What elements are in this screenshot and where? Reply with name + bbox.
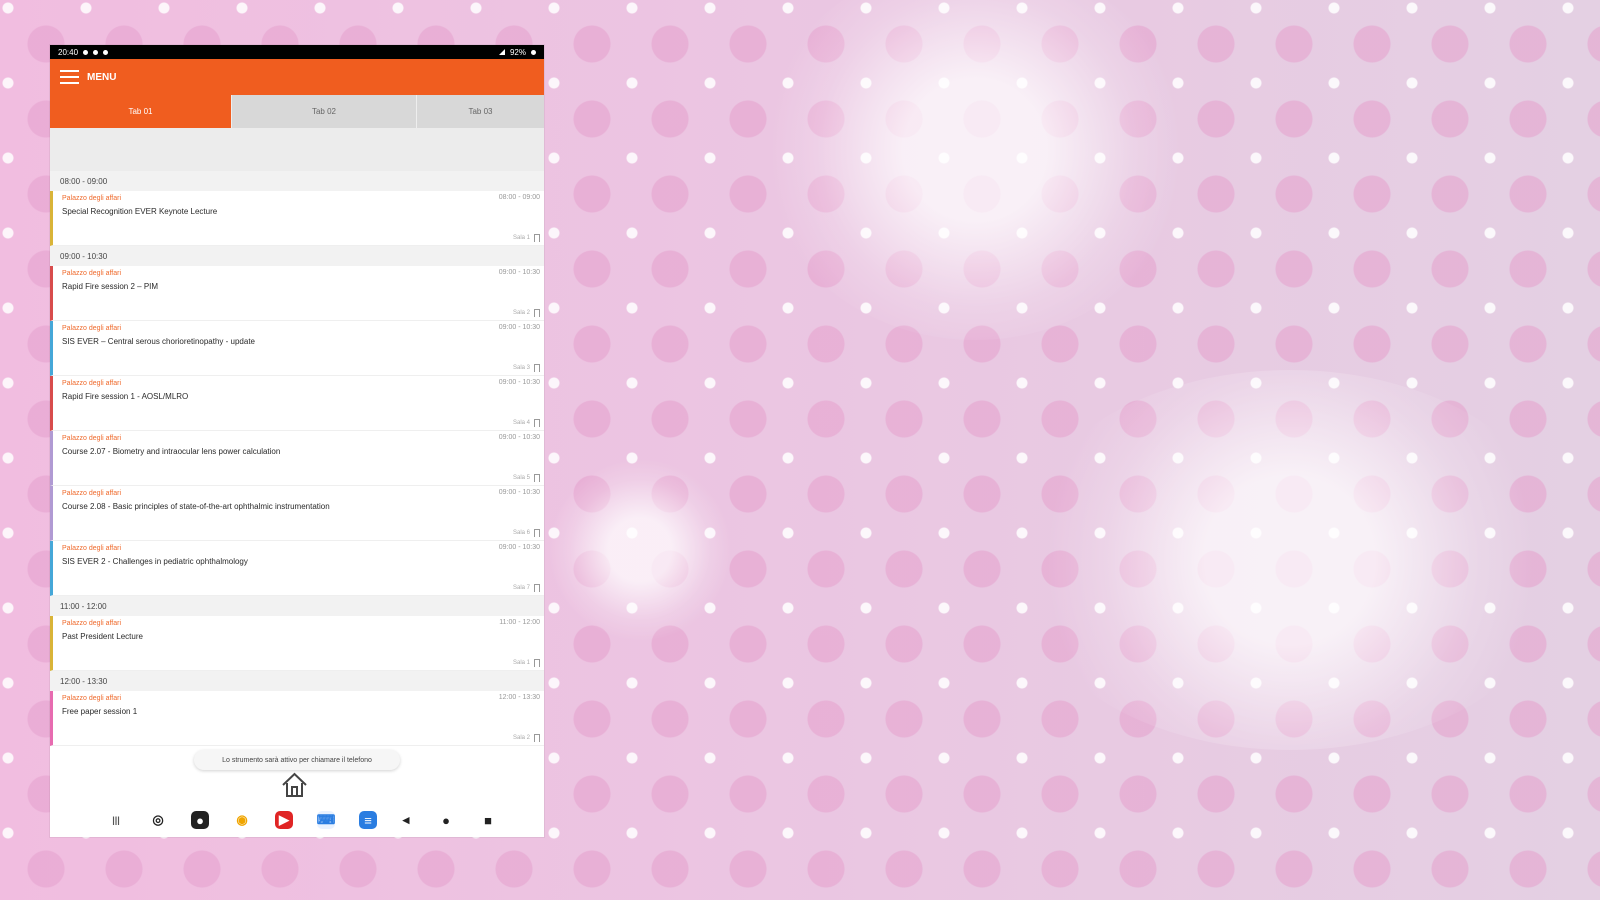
app-bar: MENU xyxy=(50,59,544,95)
status-time: 20:40 xyxy=(58,47,79,57)
session-room-code: Sala 1 xyxy=(512,660,530,666)
session-item[interactable]: Palazzo degli affari Course 2.07 - Biome… xyxy=(50,431,544,486)
session-room-code: Sala 5 xyxy=(512,475,530,481)
session-room-code: Sala 2 xyxy=(512,310,530,316)
session-room-code: Sala 6 xyxy=(512,530,530,536)
session-time: 11:00 - 12:00 xyxy=(499,619,540,626)
session-title: Free paper session 1 xyxy=(62,707,138,716)
session-room: Palazzo degli affari xyxy=(62,490,122,497)
chrome-app-icon: ◉ xyxy=(236,812,248,827)
bookmark-icon[interactable] xyxy=(534,419,540,427)
camera-app-icon: ● xyxy=(196,812,204,828)
dock-item[interactable]: ■ xyxy=(479,811,497,829)
session-title: Rapid Fire session 1 - AOSL/MLRO xyxy=(62,392,189,401)
session-item[interactable]: Palazzo degli affari Course 2.08 - Basic… xyxy=(50,486,544,541)
session-time: 09:00 - 10:30 xyxy=(498,269,540,276)
dock-item[interactable]: ◉ xyxy=(233,811,251,829)
tab-2[interactable]: Tab 02 xyxy=(231,95,416,128)
agenda-list[interactable]: 08:00 - 09:00 Palazzo degli affari Speci… xyxy=(50,171,544,795)
dock-item[interactable]: ⌨ xyxy=(317,811,335,829)
session-time: 09:00 - 10:30 xyxy=(498,489,540,496)
time-slot-header: 11:00 - 12:00 xyxy=(50,596,544,616)
dock-item[interactable]: ||| xyxy=(107,811,125,829)
dock-item[interactable]: ▶ xyxy=(275,811,293,829)
session-item[interactable]: Palazzo degli affari Past President Lect… xyxy=(50,616,544,671)
bookmark-icon[interactable] xyxy=(534,529,540,537)
session-room-code: Sala 1 xyxy=(512,235,530,241)
session-time: 09:00 - 10:30 xyxy=(498,544,540,551)
session-room: Palazzo degli affari xyxy=(62,620,122,627)
bookmark-icon[interactable] xyxy=(534,309,540,317)
battery-percent: 92% xyxy=(509,47,526,57)
time-slot-header: 09:00 - 10:30 xyxy=(50,246,544,266)
keyboard-app-icon: ⌨ xyxy=(316,812,336,827)
session-room: Palazzo degli affari xyxy=(62,695,122,702)
dock-item[interactable]: ≡ xyxy=(359,811,377,829)
session-room-code: Sala 7 xyxy=(512,585,530,591)
session-room-code: Sala 2 xyxy=(512,735,530,741)
dock-item[interactable]: ● xyxy=(191,811,209,829)
bookmark-icon[interactable] xyxy=(534,584,540,592)
filter-area xyxy=(50,128,544,171)
session-title: Rapid Fire session 2 – PIM xyxy=(62,282,159,291)
session-time: 09:00 - 10:30 xyxy=(498,434,540,441)
dock-item[interactable]: ● xyxy=(437,811,455,829)
toast-message: Lo strumento sarà attivo per chiamare il… xyxy=(194,750,400,770)
notification-icon xyxy=(93,49,99,55)
session-item[interactable]: Palazzo degli affari SIS EVER – Central … xyxy=(50,321,544,376)
bookmark-icon[interactable] xyxy=(534,659,540,667)
back-icon: ◂ xyxy=(402,812,410,827)
tab-1[interactable]: Tab 01 xyxy=(50,95,231,128)
session-time: 12:00 - 13:30 xyxy=(498,694,540,701)
session-room: Palazzo degli affari xyxy=(62,545,122,552)
bookmark-icon[interactable] xyxy=(534,474,540,482)
tablet-screen: 20:40 92% MENU Tab 01 Tab 02 Tab 03 08:0… xyxy=(50,45,544,837)
session-room-code: Sala 3 xyxy=(512,365,530,371)
hamburger-icon[interactable] xyxy=(60,70,79,84)
notification-icon xyxy=(83,49,89,55)
session-title: Past President Lecture xyxy=(62,632,143,641)
bookmark-icon[interactable] xyxy=(534,734,540,742)
bookmark-icon[interactable] xyxy=(534,234,540,242)
session-title: Special Recognition EVER Keynote Lecture xyxy=(62,207,218,216)
session-title: SIS EVER – Central serous chorioretinopa… xyxy=(62,337,255,346)
time-slot-header: 08:00 - 09:00 xyxy=(50,171,544,191)
session-title: Course 2.08 - Basic principles of state-… xyxy=(62,502,330,511)
session-room: Palazzo degli affari xyxy=(62,435,122,442)
session-room: Palazzo degli affari xyxy=(62,270,122,277)
taskbar-dock: ||| ◎ ● ◉ ▶ ⌨ ≡ ◂ ● ■ xyxy=(50,803,544,837)
session-title: Course 2.07 - Biometry and intraocular l… xyxy=(62,447,281,456)
session-room: Palazzo degli affari xyxy=(62,195,122,202)
notification-icon xyxy=(103,49,109,55)
session-item[interactable]: Palazzo degli affari SIS EVER 2 - Challe… xyxy=(50,541,544,596)
tab-3[interactable]: Tab 03 xyxy=(416,95,544,128)
recents-icon: ||| xyxy=(112,815,120,825)
session-time: 09:00 - 10:30 xyxy=(498,379,540,386)
session-title: SIS EVER 2 - Challenges in pediatric oph… xyxy=(62,557,248,566)
settings-app-icon: ◎ xyxy=(152,812,164,827)
youtube-app-icon: ▶ xyxy=(279,812,289,827)
notes-app-icon: ≡ xyxy=(364,812,372,828)
session-time: 08:00 - 09:00 xyxy=(498,194,540,201)
overview-icon: ■ xyxy=(484,812,492,828)
tab-strip: Tab 01 Tab 02 Tab 03 xyxy=(50,95,544,128)
session-item[interactable]: Palazzo degli affari Rapid Fire session … xyxy=(50,376,544,431)
app-title: MENU xyxy=(87,71,117,83)
bookmark-icon[interactable] xyxy=(534,364,540,372)
dock-item[interactable]: ◎ xyxy=(149,811,167,829)
session-time: 09:00 - 10:30 xyxy=(498,324,540,331)
session-room: Palazzo degli affari xyxy=(62,325,122,332)
dock-item[interactable]: ◂ xyxy=(397,811,415,829)
session-room-code: Sala 4 xyxy=(512,420,530,426)
session-room: Palazzo degli affari xyxy=(62,380,122,387)
battery-icon xyxy=(531,49,536,55)
status-bar: 20:40 92% xyxy=(50,45,544,59)
home-gesture-icon[interactable] xyxy=(279,769,310,799)
session-item[interactable]: Palazzo degli affari Rapid Fire session … xyxy=(50,266,544,321)
home-nav-icon: ● xyxy=(442,812,450,828)
time-slot-header: 12:00 - 13:30 xyxy=(50,671,544,691)
session-item[interactable]: Palazzo degli affari Special Recognition… xyxy=(50,191,544,246)
signal-icon xyxy=(498,49,505,55)
session-item[interactable]: Palazzo degli affari Free paper session … xyxy=(50,691,544,746)
